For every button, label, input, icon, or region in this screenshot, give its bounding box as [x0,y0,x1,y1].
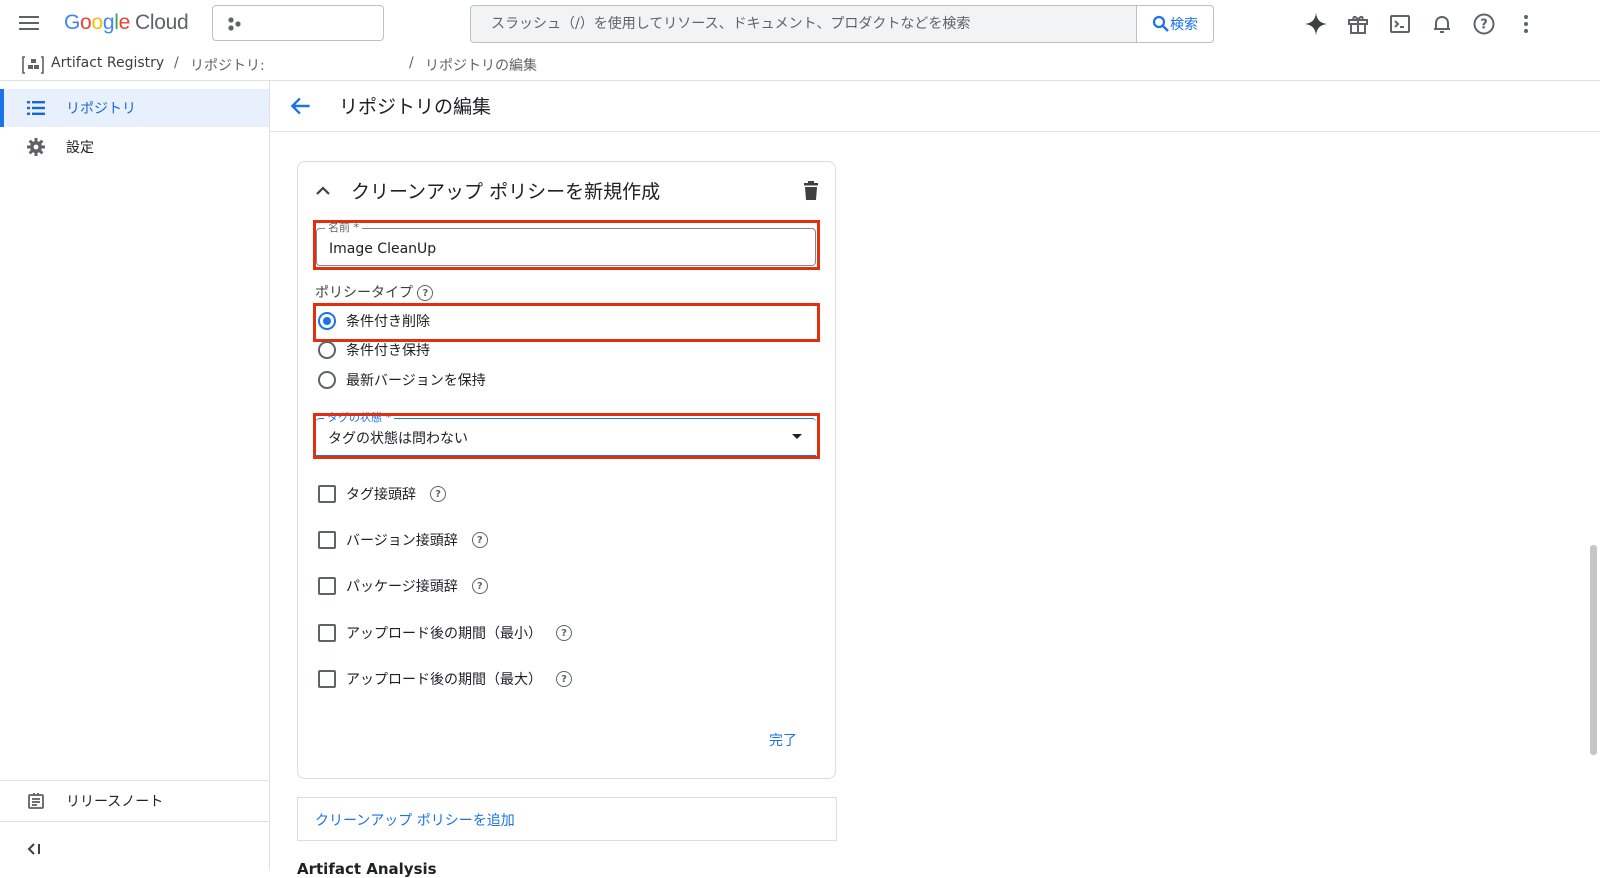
release-notes-label: リリースノート [66,794,164,810]
search-input[interactable] [471,6,1139,42]
name-input[interactable] [317,237,815,261]
radio-button[interactable] [318,371,336,389]
scrollbar[interactable] [1590,545,1597,755]
policy-type-label: ポリシータイプ ? [315,282,434,302]
gear-icon [24,135,48,159]
checkbox-label: アップロード後の期間（最小） [346,626,542,642]
checkbox[interactable] [318,485,336,503]
dropdown-arrow-icon [792,434,802,439]
logo-letter: o [91,11,103,34]
sidebar: リポジトリ 設定 リリースノート [0,81,270,870]
name-field-label: 名前 * [325,222,362,234]
list-icon [24,96,48,120]
logo-letter: g [102,11,115,34]
sidebar-item-label: 設定 [66,140,94,156]
checkbox-label: アップロード後の期間（最大） [346,672,542,688]
card-title: クリーンアップ ポリシーを新規作成 [351,181,661,203]
add-cleanup-policy: クリーンアップ ポリシーを追加 [297,797,837,841]
project-nodes-icon [228,17,241,31]
checkbox-older-than[interactable]: アップロード後の期間（最小） ? [318,621,572,645]
sidebar-divider [0,821,269,822]
sidebar-item-repositories[interactable]: リポジトリ [0,89,269,127]
collapse-sidebar-icon[interactable] [24,839,48,863]
sidebar-item-settings[interactable]: 設定 [0,128,269,166]
cleanup-policy-card: クリーンアップ ポリシーを新規作成 名前 * ポリシータイプ ? 条件付き削除 … [297,161,836,779]
artifact-registry-icon [22,56,44,74]
checkbox-newer-than[interactable]: アップロード後の期間（最大） ? [318,667,572,691]
help-icon[interactable]: ? [430,486,446,502]
radio-label: 条件付き保持 [346,343,430,359]
tag-state-select[interactable]: タグの状態 * タグの状態は問わない [316,412,816,457]
tag-state-label: タグの状態 * [324,412,394,424]
checkbox[interactable] [318,577,336,595]
checkbox-tag-prefix[interactable]: タグ接頭辞 ? [318,482,446,506]
search-bar: 検索 [470,5,1214,43]
gemini-sparkle-icon[interactable] [1300,8,1332,40]
breadcrumb-separator: / [174,55,179,71]
radio-label: 最新バージョンを保持 [346,373,486,389]
logo-letter: e [118,11,131,34]
done-button[interactable]: 完了 [769,730,797,750]
logo-letter: G [64,11,81,34]
search-icon [1152,15,1169,32]
checkbox-label: バージョン接頭辞 [346,533,458,549]
top-bar: GoogleCloud 検索 ? [0,0,1600,48]
gift-icon[interactable] [1342,8,1374,40]
page-header: リポジトリの編集 [270,81,1600,132]
google-cloud-logo[interactable]: Google Cloud [64,11,189,35]
svg-text:?: ? [1480,18,1488,33]
notifications-bell-icon[interactable] [1426,8,1458,40]
radio-button[interactable] [318,341,336,359]
more-vert-icon[interactable] [1510,8,1542,40]
search-button-label: 検索 [1170,17,1198,33]
radio-conditional-keep[interactable]: 条件付き保持 [318,337,430,363]
project-picker[interactable] [212,5,384,41]
page-title: リポジトリの編集 [339,96,492,118]
sidebar-item-label: リポジトリ [66,101,136,117]
breadcrumb-separator: / [409,55,414,71]
help-icon[interactable]: ? [556,625,572,641]
radio-button[interactable] [318,312,336,330]
trash-icon[interactable] [801,180,821,202]
tag-state-value: タグの状態は問わない [328,431,468,447]
search-button[interactable]: 検索 [1136,6,1213,42]
help-icon[interactable]: ? [417,285,434,301]
breadcrumb-repositories[interactable]: リポジトリ: [190,55,265,75]
add-cleanup-policy-button[interactable]: クリーンアップ ポリシーを追加 [315,810,515,830]
release-notes-icon [24,789,48,813]
checkbox-package-prefix[interactable]: パッケージ接頭辞 ? [318,574,488,598]
name-field: 名前 * [316,222,816,266]
back-arrow-icon[interactable] [288,93,314,119]
checkbox[interactable] [318,670,336,688]
radio-conditional-delete[interactable]: 条件付き削除 [318,308,430,334]
checkbox[interactable] [318,531,336,549]
radio-keep-latest[interactable]: 最新バージョンを保持 [318,367,486,393]
logo-letter: o [80,11,92,34]
checkbox[interactable] [318,624,336,642]
sidebar-item-release-notes[interactable]: リリースノート [0,781,269,821]
help-icon[interactable]: ? [1468,8,1500,40]
help-icon[interactable]: ? [471,578,488,594]
section-heading-artifact-analysis: Artifact Analysis [297,860,437,878]
breadcrumb-product[interactable]: Artifact Registry [51,55,164,71]
cloud-shell-icon[interactable] [1384,8,1416,40]
breadcrumb: Artifact Registry / リポジトリ: / リポジトリの編集 [0,50,1600,81]
logo-cloud-text: Cloud [134,11,189,34]
radio-label: 条件付き削除 [346,314,430,330]
help-icon[interactable]: ? [471,532,488,548]
policy-type-label-text: ポリシータイプ [315,285,413,301]
top-icons: ? [1300,8,1542,40]
checkbox-label: タグ接頭辞 [346,487,416,503]
hamburger-menu-icon[interactable] [14,10,44,38]
breadcrumb-current: リポジトリの編集 [425,58,537,74]
chevron-up-icon[interactable] [312,180,334,202]
checkbox-label: パッケージ接頭辞 [346,579,458,595]
help-icon[interactable]: ? [556,671,572,687]
checkbox-version-prefix[interactable]: バージョン接頭辞 ? [318,528,488,552]
